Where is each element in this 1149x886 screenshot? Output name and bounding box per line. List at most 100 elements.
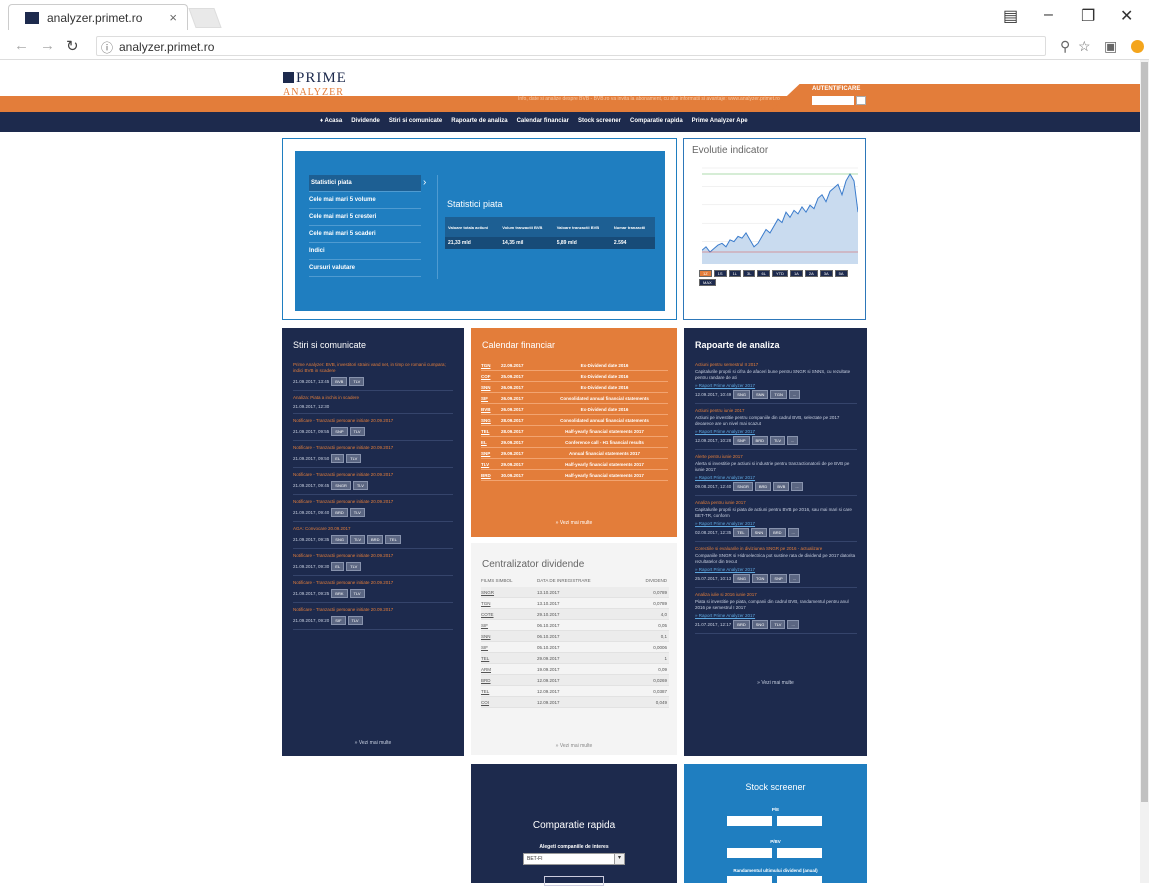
- calendar-symbol[interactable]: COF: [481, 374, 501, 379]
- site-info-icon[interactable]: ⓘ: [101, 39, 113, 56]
- news-item-title[interactable]: Analiza: Piata a inchis in scadere: [293, 395, 453, 401]
- news-item-tag[interactable]: TLV: [346, 562, 362, 571]
- nav-item[interactable]: Prime Analyzer Ape: [692, 118, 748, 124]
- scrollbar-thumb[interactable]: [1141, 62, 1148, 802]
- range-button[interactable]: 2A: [804, 270, 818, 277]
- news-item-title[interactable]: Notificare - Tranzactii persoane initiat…: [293, 499, 453, 505]
- nav-item[interactable]: Comparatie rapida: [630, 118, 683, 124]
- news-item-title[interactable]: Prime Analyzer: BVB, investitori straini…: [293, 362, 453, 374]
- news-item-tag[interactable]: TLV: [349, 427, 365, 436]
- nav-item[interactable]: Stiri si comunicate: [389, 118, 442, 124]
- range-button[interactable]: 6L: [757, 270, 770, 277]
- dividends-col-symbol[interactable]: FILMS SIMBOL: [481, 578, 537, 583]
- bookmark-star-icon[interactable]: ☆: [1078, 38, 1091, 55]
- news-item-tag[interactable]: BRK: [331, 589, 348, 598]
- calendar-symbol[interactable]: SIF: [481, 396, 501, 401]
- news-item-tag[interactable]: EL: [331, 454, 345, 463]
- market-menu-item[interactable]: Indici: [309, 243, 421, 260]
- profile-icon[interactable]: ▤: [1003, 6, 1018, 26]
- range-button[interactable]: 3A: [819, 270, 833, 277]
- range-button[interactable]: 1S: [713, 270, 727, 277]
- extension-badge-icon[interactable]: [1131, 40, 1144, 53]
- report-item-tag[interactable]: BRD: [769, 528, 786, 537]
- nav-item[interactable]: Dividende: [351, 118, 380, 124]
- report-item-title[interactable]: Actiuni pentru iunie 2017: [695, 408, 857, 413]
- calendar-symbol[interactable]: TEL: [481, 429, 501, 434]
- report-item-tag[interactable]: SNG: [733, 390, 750, 399]
- dividend-symbol[interactable]: SIF: [481, 623, 537, 628]
- tab-close-icon[interactable]: ×: [169, 10, 177, 25]
- news-item-title[interactable]: Notificare - Tranzactii persoane initiat…: [293, 418, 453, 424]
- report-item-tag[interactable]: ...: [791, 482, 803, 491]
- market-menu-item[interactable]: Cele mai mari 5 volume: [309, 192, 421, 209]
- dividend-symbol[interactable]: TGN: [481, 601, 537, 606]
- news-item-tag[interactable]: TLV: [346, 454, 362, 463]
- forward-icon[interactable]: →: [40, 37, 55, 54]
- new-tab-button[interactable]: [188, 8, 222, 28]
- report-item-tag[interactable]: SNN: [751, 390, 769, 399]
- range-button[interactable]: 1L: [728, 270, 742, 277]
- news-item-tag[interactable]: EL: [331, 562, 345, 571]
- zoom-icon[interactable]: ⚲: [1060, 38, 1070, 55]
- report-item-link[interactable]: » Raport Prime Analyzer 2017: [695, 383, 857, 388]
- url-input[interactable]: ⓘ analyzer.primet.ro: [96, 36, 1046, 56]
- news-item-tag[interactable]: BRD: [331, 508, 348, 517]
- report-item-tag[interactable]: SNP: [770, 574, 787, 583]
- report-item-tag[interactable]: BRD: [733, 620, 750, 629]
- report-item-tag[interactable]: ...: [787, 528, 799, 537]
- report-item-tag[interactable]: BVB: [773, 482, 790, 491]
- login-button[interactable]: [856, 96, 866, 105]
- screener-pbv-max-input[interactable]: [777, 848, 822, 858]
- report-item-tag[interactable]: SNP: [733, 436, 750, 445]
- news-item-title[interactable]: Notificare - Tranzactii persoane initiat…: [293, 607, 453, 613]
- calendar-symbol[interactable]: SNP: [481, 451, 501, 456]
- report-item-tag[interactable]: ...: [788, 390, 801, 399]
- back-icon[interactable]: ←: [14, 37, 29, 54]
- screener-yield-max-input[interactable]: [777, 876, 822, 886]
- dividend-symbol[interactable]: COI: [481, 700, 537, 705]
- market-menu-item[interactable]: Cursuri valutare: [309, 260, 421, 277]
- dividend-symbol[interactable]: COTE: [481, 612, 537, 617]
- reports-more-link[interactable]: » Vezi mai multe: [684, 680, 867, 686]
- nav-item[interactable]: ♦ Acasa: [320, 118, 342, 124]
- dividend-symbol[interactable]: SNN: [481, 634, 537, 639]
- calendar-symbol[interactable]: SNN: [481, 385, 501, 390]
- page-scrollbar[interactable]: [1140, 60, 1149, 883]
- news-item-tag[interactable]: TLV: [349, 377, 365, 386]
- news-item-title[interactable]: AGA: Convocare 20.09.2017: [293, 526, 453, 532]
- calendar-more-link[interactable]: » Vezi mai multe: [471, 520, 677, 526]
- nav-item[interactable]: Rapoarte de analiza: [451, 118, 507, 124]
- calendar-symbol[interactable]: SNG: [481, 418, 501, 423]
- close-window-button[interactable]: ✕: [1120, 6, 1133, 26]
- news-item-tag[interactable]: TLV: [349, 508, 365, 517]
- report-item-tag[interactable]: SNG: [751, 620, 769, 629]
- screener-pbv-min-input[interactable]: [727, 848, 772, 858]
- report-item-tag[interactable]: ...: [787, 620, 799, 629]
- report-item-tag[interactable]: SNG: [733, 574, 750, 583]
- news-item-tag[interactable]: SIF: [331, 616, 346, 625]
- report-item-title[interactable]: Alerte pentru iunie 2017: [695, 454, 857, 459]
- report-item-title[interactable]: Analiza pentru iunie 2017: [695, 500, 857, 505]
- report-item-title[interactable]: Analiza iulie si 2016 iunie 2017: [695, 592, 857, 597]
- report-item-link[interactable]: » Raport Prime Analyzer 2017: [695, 567, 857, 572]
- range-button[interactable]: MAX: [699, 279, 716, 286]
- range-button[interactable]: 1Z: [699, 270, 712, 277]
- news-item-tag[interactable]: SNG: [331, 535, 348, 544]
- screener-yield-min-input[interactable]: [727, 876, 772, 886]
- report-item-tag[interactable]: SNGR: [733, 482, 753, 491]
- report-item-tag[interactable]: ...: [787, 436, 799, 445]
- report-item-tag[interactable]: TLV: [770, 620, 786, 629]
- market-menu-item[interactable]: Cele mai mari 5 cresteri: [309, 209, 421, 226]
- maximize-button[interactable]: ❐: [1081, 6, 1095, 26]
- nav-item[interactable]: Calendar financiar: [517, 118, 569, 124]
- news-item-tag[interactable]: TLV: [349, 589, 365, 598]
- extension-icon[interactable]: ▣: [1104, 38, 1117, 55]
- range-button[interactable]: YTD: [771, 270, 788, 277]
- report-item-tag[interactable]: TGN: [770, 390, 787, 399]
- news-item-tag[interactable]: BVB: [331, 377, 348, 386]
- news-item-tag[interactable]: TEL: [385, 535, 401, 544]
- nav-item[interactable]: Stock screener: [578, 118, 621, 124]
- report-item-title[interactable]: Corectiile si evaluarile in diviziunea S…: [695, 546, 857, 551]
- report-item-title[interactable]: Actiuni pentru semestrul II 2017: [695, 362, 857, 367]
- dividends-more-link[interactable]: » Vezi mai multe: [471, 743, 677, 749]
